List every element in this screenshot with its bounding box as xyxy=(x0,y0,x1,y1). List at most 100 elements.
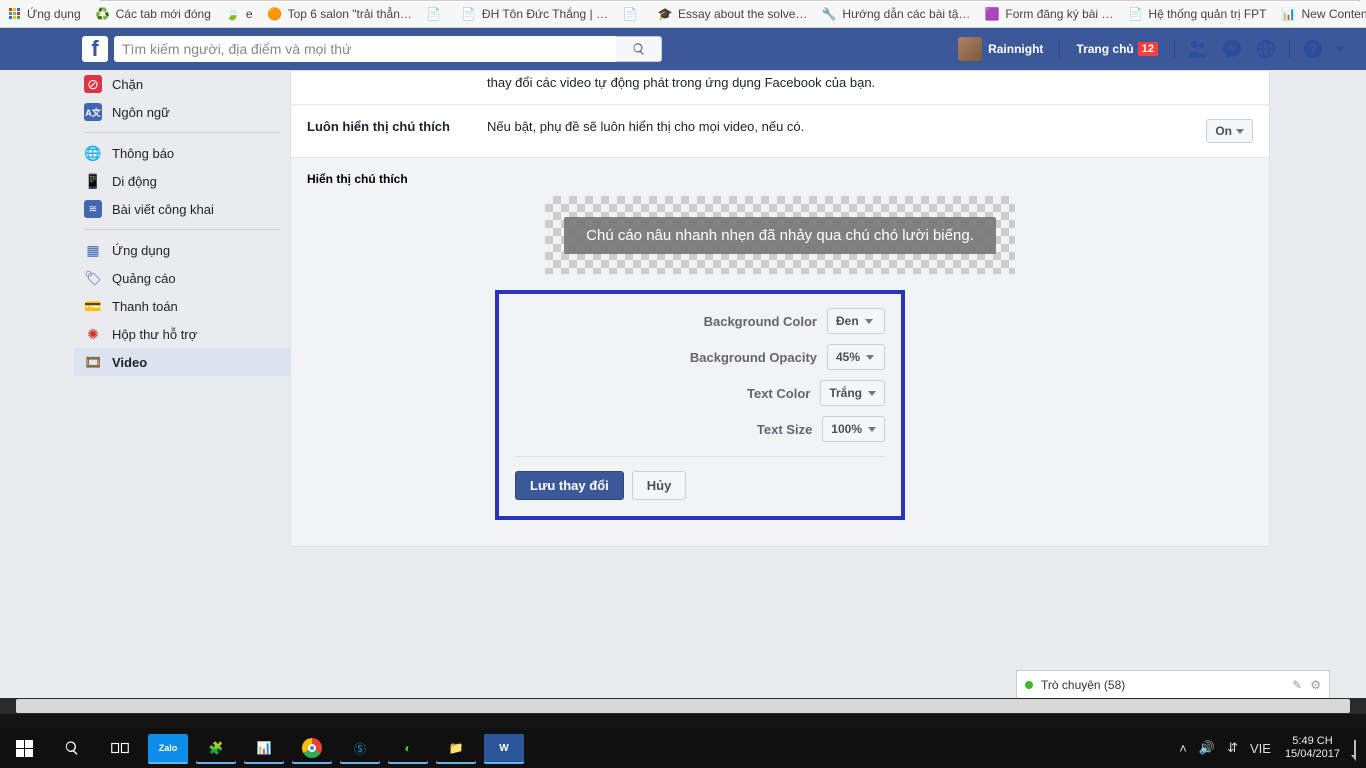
taskbar-app-word[interactable]: W xyxy=(484,734,524,762)
tray-chevron-up-icon[interactable]: ˄ xyxy=(1173,741,1193,756)
messenger-icon xyxy=(1221,38,1243,60)
friend-requests-button[interactable] xyxy=(1181,38,1215,60)
sidebar-item-apps[interactable]: ▦Ứng dụng xyxy=(74,236,290,264)
sidebar-item-support-inbox[interactable]: ✺ Hộp thư hỗ trợ xyxy=(74,320,290,348)
home-link[interactable]: Trang chủ 12 xyxy=(1066,42,1168,56)
text-color-select[interactable]: Trắng xyxy=(820,380,885,406)
sidebar-item-notifications[interactable]: 🌐 Thông báo xyxy=(74,139,290,167)
content-area: ⊘Chặn A文Ngôn ngữ 🌐 Thông báo 📱Di động ≋Bà… xyxy=(0,70,1366,698)
compose-icon[interactable]: ✎ xyxy=(1292,678,1302,692)
bg-opacity-select[interactable]: 45% xyxy=(827,344,885,370)
sidebar-item-payments[interactable]: 💳Thanh toán xyxy=(74,292,290,320)
mobile-icon: 📱 xyxy=(84,172,102,190)
apps-label: Ứng dụng xyxy=(27,7,81,21)
taskbar-app-powerpoint[interactable]: 📊 xyxy=(244,734,284,762)
bookmark-item[interactable]: 🔧Hướng dẫn các bài tậ… xyxy=(821,6,970,22)
search-wrap xyxy=(114,36,662,62)
autoplay-row: thay đổi các video tự động phát trong ứn… xyxy=(291,71,1269,104)
cancel-button[interactable]: Hủy xyxy=(632,471,687,500)
caption-actions: Lưu thay đổi Hủy xyxy=(515,456,885,500)
doc-icon: 📄 xyxy=(461,6,477,22)
bg-color-row: Background Color Đen xyxy=(515,308,885,334)
action-center-button[interactable] xyxy=(1348,741,1362,756)
search-button[interactable] xyxy=(48,728,96,768)
doc-icon: 📄 xyxy=(1127,6,1143,22)
divider xyxy=(1059,40,1060,58)
bookmark-label: e xyxy=(246,7,253,21)
doc-icon: 📄 xyxy=(426,6,442,22)
chat-label: Trò chuyện (58) xyxy=(1041,678,1125,692)
tray-language[interactable]: VIE xyxy=(1244,741,1277,756)
bookmark-item[interactable]: 📊New Content Work 20… xyxy=(1280,6,1366,22)
chat-dock[interactable]: Trò chuyện (58) ✎ ⚙ xyxy=(1016,670,1330,698)
bg-color-select[interactable]: Đen xyxy=(827,308,885,334)
sidebar-item-ads[interactable]: 🏷Quảng cáo xyxy=(74,264,290,292)
tray-volume-icon[interactable]: 🔊 xyxy=(1193,740,1221,756)
start-button[interactable] xyxy=(0,728,48,768)
globe-icon: 🌐 xyxy=(84,144,102,162)
text-size-select[interactable]: 100% xyxy=(822,416,885,442)
bookmark-item[interactable]: 🎓Essay about the solve… xyxy=(657,6,807,22)
sidebar-item-block[interactable]: ⊘Chặn xyxy=(74,70,290,98)
leaf-icon: 🍃 xyxy=(225,6,241,22)
bookmark-label: Top 6 salon "trải thẳn… xyxy=(288,7,412,21)
bookmark-item[interactable]: 📄 xyxy=(622,6,643,22)
apps-icon: ▦ xyxy=(84,241,102,259)
browser-horizontal-scrollbar[interactable] xyxy=(0,698,1366,714)
save-button[interactable]: Lưu thay đổi xyxy=(515,471,624,500)
caption-settings-highlight: Background Color Đen Background Opacity … xyxy=(495,290,905,520)
help-button[interactable] xyxy=(1296,38,1330,60)
bookmark-item[interactable]: 🟠 Top 6 salon "trải thẳn… xyxy=(267,6,412,22)
gear-icon[interactable]: ⚙ xyxy=(1310,678,1321,692)
chevron-down-icon xyxy=(868,391,876,396)
bookmark-item[interactable]: 📄ĐH Tôn Đức Thắng | … xyxy=(461,6,608,22)
bookmark-label: Form đăng ký bài … xyxy=(1005,7,1113,21)
sidebar-label: Thông báo xyxy=(112,146,174,161)
sheet-icon: 📊 xyxy=(1280,6,1296,22)
always-caption-toggle[interactable]: On xyxy=(1206,119,1253,143)
taskbar-app-skype[interactable]: Ⓢ xyxy=(340,734,380,762)
caption-preview-wrap: Chú cáo nâu nhanh nhẹn đã nhảy qua chú c… xyxy=(307,196,1253,274)
fb-header: f Rainnight Trang chủ 12 xyxy=(0,28,1366,70)
sidebar-item-language[interactable]: A文Ngôn ngữ xyxy=(74,98,290,126)
bookmark-label: Hướng dẫn các bài tậ… xyxy=(842,7,970,21)
taskbar-app-generic[interactable]: 🧩 xyxy=(196,734,236,762)
bookmark-item[interactable]: 📄Hệ thống quản trị FPT xyxy=(1127,6,1266,22)
bookmark-item[interactable]: 🟪 Form đăng ký bài … xyxy=(984,6,1113,22)
tray-network-icon[interactable]: ⇵ xyxy=(1221,740,1244,756)
friends-icon xyxy=(1187,38,1209,60)
profile-link[interactable]: Rainnight xyxy=(948,36,1053,62)
chevron-down-icon xyxy=(1236,129,1244,134)
search-button[interactable] xyxy=(616,36,662,62)
sidebar-item-mobile[interactable]: 📱Di động xyxy=(74,167,290,195)
taskbar-app-explorer[interactable]: 📁 xyxy=(436,734,476,762)
form-icon: 🟪 xyxy=(984,6,1000,22)
fb-logo-icon[interactable]: f xyxy=(82,36,108,62)
sidebar-label: Hộp thư hỗ trợ xyxy=(112,327,197,342)
address-bar-placeholder xyxy=(100,0,1360,2)
page-icon: 🟠 xyxy=(267,6,283,22)
taskbar-app-zalo[interactable]: Zalo xyxy=(148,734,188,762)
notifications-button[interactable] xyxy=(1249,38,1283,60)
messages-button[interactable] xyxy=(1215,38,1249,60)
search-input[interactable] xyxy=(114,36,616,62)
bookmark-item[interactable]: ♻️Các tab mới đóng xyxy=(95,6,211,22)
always-caption-row: Luôn hiển thị chú thích Nếu bật, phụ đề … xyxy=(291,104,1269,157)
settings-menu-button[interactable] xyxy=(1330,47,1350,52)
taskbar-app-chrome[interactable] xyxy=(292,734,332,762)
bookmark-item[interactable]: 📄 xyxy=(426,6,447,22)
select-value: Đen xyxy=(836,314,859,328)
task-view-button[interactable] xyxy=(96,728,144,768)
sidebar-label: Thanh toán xyxy=(112,299,178,314)
support-icon: ✺ xyxy=(84,325,102,343)
sidebar-item-video[interactable]: 🎞Video xyxy=(74,348,290,376)
sidebar-item-public-posts[interactable]: ≋Bài viết công khai xyxy=(74,195,290,223)
apps-icon xyxy=(6,6,22,22)
tray-clock[interactable]: 5:49 CH 15/04/2017 xyxy=(1277,735,1348,760)
bg-opacity-label: Background Opacity xyxy=(515,350,827,365)
divider xyxy=(1174,40,1175,58)
bookmark-item[interactable]: 🍃e xyxy=(225,6,253,22)
taskbar-app-coccoc[interactable]: ◐ xyxy=(388,734,428,762)
apps-shortcut[interactable]: Ứng dụng xyxy=(6,6,81,22)
bookmark-label: Essay about the solve… xyxy=(678,7,807,21)
